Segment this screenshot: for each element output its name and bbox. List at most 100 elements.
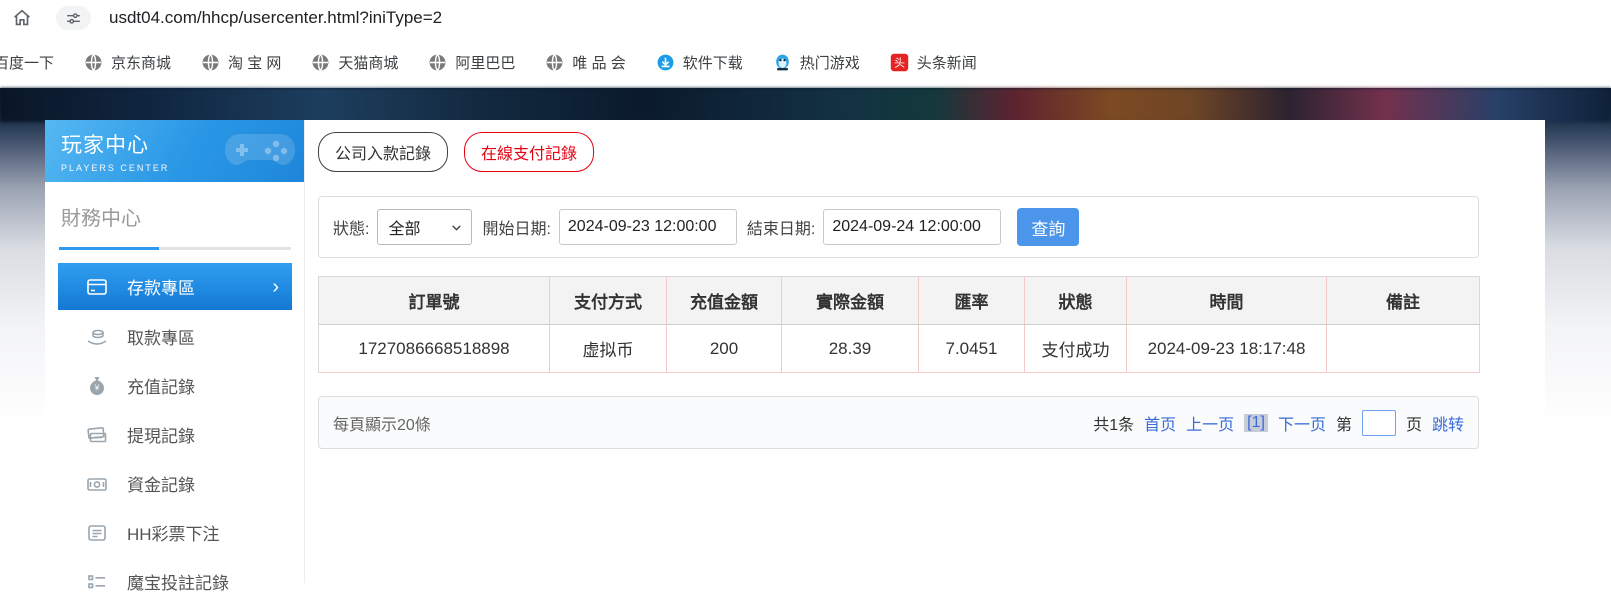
- first-page-link[interactable]: 首页: [1144, 411, 1176, 435]
- status-select[interactable]: 全部: [377, 209, 472, 245]
- page-jump-input[interactable]: [1362, 410, 1396, 436]
- column-header: 時間: [1127, 277, 1327, 325]
- sidebar-item-6[interactable]: 魔宝投註記錄: [45, 557, 304, 606]
- globe-icon: [84, 53, 103, 72]
- prev-page-link[interactable]: 上一页: [1186, 411, 1234, 435]
- column-header: 訂單號: [319, 277, 550, 325]
- bookmark-item[interactable]: 唯 品 会: [545, 52, 625, 73]
- status-select-value: 全部: [388, 215, 420, 239]
- sidebar-item-4[interactable]: 資金記錄: [45, 459, 304, 508]
- end-date-label: 結束日期:: [747, 215, 815, 239]
- table-cell: 2024-09-23 18:17:48: [1127, 325, 1327, 373]
- next-page-link[interactable]: 下一页: [1278, 411, 1326, 435]
- column-header: 備註: [1327, 277, 1480, 325]
- bookmark-label: 百度一下: [0, 52, 54, 73]
- column-header: 充值金額: [667, 277, 782, 325]
- sidebar-item-1[interactable]: 取款專區: [45, 312, 304, 361]
- sidebar-item-label: 資金記錄: [127, 471, 195, 496]
- current-page-indicator: [1]: [1244, 414, 1268, 432]
- main-content: 公司入款記錄在線支付記錄 狀態: 全部 開始日期: 結束日期: 查詢 訂單號支付…: [306, 120, 1545, 583]
- table-cell: 7.0451: [919, 325, 1025, 373]
- download-icon: [656, 53, 675, 72]
- sidebar-menu: 存款專區 › 取款專區 ¥ 充值記錄提現記錄資金記錄 HH彩票下注魔宝投註記錄: [45, 263, 304, 606]
- table-header-row: 訂單號支付方式充值金額實際金額匯率狀態時間備註: [319, 277, 1480, 325]
- bookmark-item[interactable]: 软件下载: [656, 52, 743, 73]
- sidebar-item-label: HH彩票下注: [127, 520, 220, 545]
- start-date-input[interactable]: [559, 209, 737, 245]
- sidebar-header: 玩家中心 PLAYERS CENTER: [45, 120, 304, 182]
- sidebar-item-2[interactable]: ¥ 充值記錄: [45, 361, 304, 410]
- sidebar: 玩家中心 PLAYERS CENTER 財務中心 存款專區 › 取款專區 ¥ 充值記錄提…: [45, 120, 305, 583]
- banknotes-icon: [85, 423, 109, 447]
- bookmark-item[interactable]: 热门游戏: [773, 52, 860, 73]
- bookmark-label: 阿里巴巴: [455, 52, 515, 73]
- globe-icon: [428, 53, 447, 72]
- sidebar-item-label: 存款專區: [127, 274, 195, 299]
- bookmark-label: 天猫商城: [338, 52, 398, 73]
- globe-icon: [545, 53, 564, 72]
- news-icon: 头: [890, 53, 909, 72]
- pagination-controls: 共1条 首页 上一页 [1] 下一页 第 页 跳转: [1093, 410, 1464, 436]
- ticket-list-icon: [85, 521, 109, 545]
- sidebar-item-3[interactable]: 提現記錄: [45, 410, 304, 459]
- sidebar-item-label: 充值記錄: [127, 373, 195, 398]
- home-icon[interactable]: [10, 6, 34, 30]
- jump-suffix-text: 页: [1406, 411, 1422, 435]
- pagination-bar: 每頁顯示20條 共1条 首页 上一页 [1] 下一页 第 页 跳转: [318, 396, 1479, 449]
- bookmark-item[interactable]: 淘 宝 网: [201, 52, 281, 73]
- game-icon: [773, 53, 792, 72]
- search-button[interactable]: 查詢: [1017, 208, 1079, 246]
- start-date-label: 開始日期:: [482, 215, 550, 239]
- table-row: 1727086668518898虚拟币20028.397.0451支付成功202…: [319, 325, 1480, 373]
- globe-icon: [201, 53, 220, 72]
- browser-toolbar: usdt04.com/hhcp/usercenter.html?iniType=…: [0, 0, 1611, 36]
- tab-0[interactable]: 公司入款記錄: [318, 132, 448, 172]
- address-bar[interactable]: usdt04.com/hhcp/usercenter.html?iniType=…: [109, 8, 442, 28]
- bookmark-label: 京东商城: [111, 52, 171, 73]
- globe-icon: [311, 53, 330, 72]
- table-cell: 虚拟币: [550, 325, 667, 373]
- section-underline: [59, 247, 291, 250]
- bookmarks-bar: 百度一下 京东商城 淘 宝 网 天猫商城 阿里巴巴 唯 品 会 软件下载 热门游戏 头头条新闻: [0, 36, 1611, 88]
- bookmark-item[interactable]: 百度一下: [0, 52, 54, 73]
- tab-1[interactable]: 在線支付記錄: [464, 132, 594, 172]
- end-date-input[interactable]: [823, 209, 1001, 245]
- bookmark-label: 淘 宝 网: [228, 52, 281, 73]
- svg-text:头: 头: [894, 56, 905, 69]
- table-cell: 200: [667, 325, 782, 373]
- table-body: 1727086668518898虚拟币20028.397.0451支付成功202…: [319, 325, 1480, 373]
- money-record-icon: [85, 472, 109, 496]
- content-panel: 玩家中心 PLAYERS CENTER 財務中心 存款專區 › 取款專區 ¥ 充值記錄提…: [45, 120, 1545, 583]
- bookmark-item[interactable]: 头头条新闻: [890, 52, 977, 73]
- finance-section-title: 財務中心: [61, 202, 304, 231]
- jump-button[interactable]: 跳转: [1432, 411, 1464, 435]
- sidebar-item-5[interactable]: HH彩票下注: [45, 508, 304, 557]
- bookmark-item[interactable]: 京东商城: [84, 52, 171, 73]
- site-banner-image: [0, 88, 1611, 122]
- bookmark-item[interactable]: 天猫商城: [311, 52, 398, 73]
- money-bag-icon: ¥: [85, 374, 109, 398]
- bookmark-label: 头条新闻: [917, 52, 977, 73]
- column-header: 狀態: [1025, 277, 1127, 325]
- chevron-right-icon: ›: [272, 277, 279, 297]
- column-header: 支付方式: [550, 277, 667, 325]
- bookmark-label: 唯 品 会: [572, 52, 625, 73]
- bullet-list-icon: [85, 570, 109, 594]
- site-settings-icon[interactable]: [56, 6, 91, 30]
- jump-prefix-text: 第: [1336, 411, 1352, 435]
- column-header: 匯率: [919, 277, 1025, 325]
- bookmark-label: 软件下载: [683, 52, 743, 73]
- sidebar-item-label: 提現記錄: [127, 422, 195, 447]
- records-table: 訂單號支付方式充值金額實際金額匯率狀態時間備註 1727086668518898…: [318, 276, 1480, 373]
- sidebar-item-label: 魔宝投註記錄: [127, 569, 229, 594]
- column-header: 實際金額: [782, 277, 919, 325]
- bookmark-item[interactable]: 阿里巴巴: [428, 52, 515, 73]
- sidebar-item-0[interactable]: 存款專區 ›: [58, 263, 292, 310]
- record-tabs: 公司入款記錄在線支付記錄: [318, 132, 1545, 172]
- hand-coins-icon: [85, 325, 109, 349]
- status-label: 狀態:: [333, 215, 369, 239]
- bank-card-icon: [85, 275, 109, 299]
- table-cell: [1327, 325, 1480, 373]
- svg-text:¥: ¥: [94, 382, 100, 392]
- table-cell: 28.39: [782, 325, 919, 373]
